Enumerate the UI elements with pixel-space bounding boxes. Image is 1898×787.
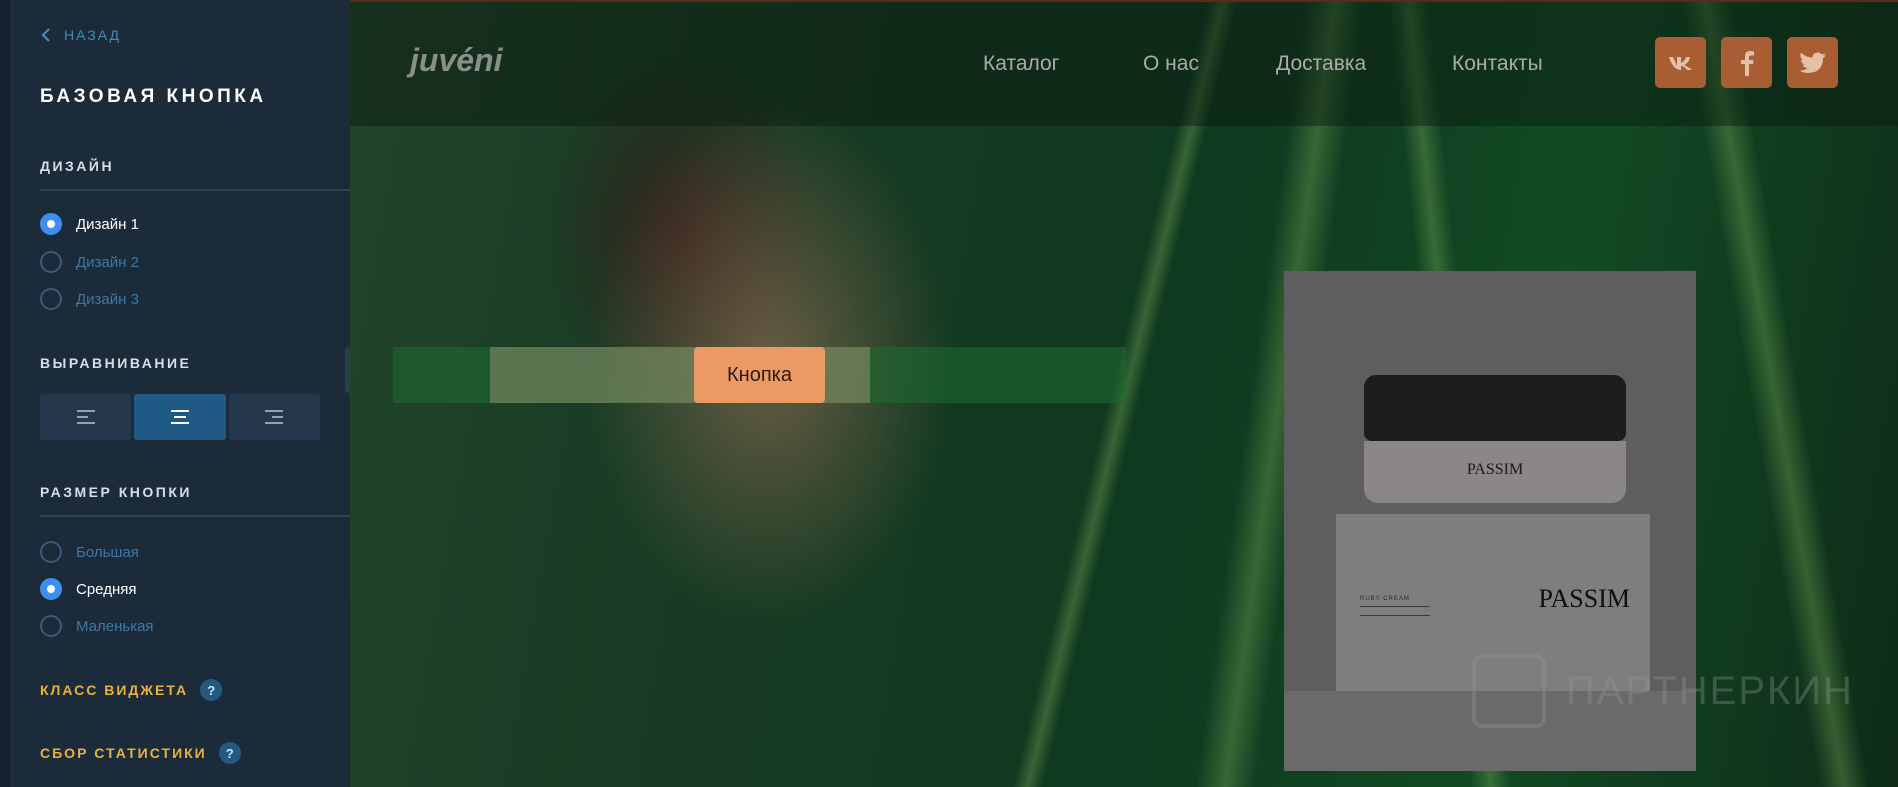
design-option-3[interactable]: Дизайн 3: [40, 288, 139, 310]
box-fine-print: [1360, 606, 1430, 616]
align-right-icon: [265, 410, 284, 424]
radio-button[interactable]: [40, 251, 62, 273]
widget-class-section[interactable]: КЛАСС ВИДЖЕТА ?: [40, 679, 223, 701]
radio-button[interactable]: [40, 615, 62, 637]
size-option-label: Маленькая: [76, 617, 154, 635]
stats-label: СБОР СТАТИСТИКИ: [40, 745, 207, 761]
site-logo[interactable]: juvéni: [410, 42, 502, 79]
watermark-logo-icon: [1472, 654, 1546, 728]
nav-link-delivery[interactable]: Доставка: [1276, 52, 1366, 76]
align-left-button[interactable]: [40, 394, 132, 440]
nav-link-catalog[interactable]: Каталог: [983, 52, 1059, 76]
align-center-icon: [170, 410, 189, 424]
design-option-2[interactable]: Дизайн 2: [40, 251, 139, 273]
radio-button[interactable]: [40, 288, 62, 310]
divider: [40, 189, 350, 191]
help-icon[interactable]: ?: [218, 742, 241, 764]
help-icon[interactable]: ?: [200, 679, 223, 701]
jar-brand-text: PASSIM: [1466, 461, 1524, 478]
box-product-name: RUBY CREAM: [1360, 596, 1410, 602]
align-center-button[interactable]: [134, 394, 226, 440]
radio-button[interactable]: [40, 541, 62, 563]
design-option-label: Дизайн 2: [76, 253, 139, 271]
jar-body: PASSIM: [1364, 441, 1626, 503]
design-option-1[interactable]: Дизайн 1: [40, 213, 139, 235]
design-section-label: ДИЗАЙН: [40, 158, 115, 174]
vk-button[interactable]: [1655, 37, 1706, 88]
alignment-button-group: [40, 394, 320, 440]
size-option-medium[interactable]: Средняя: [40, 578, 136, 600]
align-left-icon: [76, 410, 95, 424]
preview-button[interactable]: Кнопка: [694, 347, 825, 403]
size-option-label: Большая: [76, 543, 139, 561]
button-size-section-label: РАЗМЕР КНОПКИ: [40, 484, 192, 500]
nav-link-about[interactable]: О нас: [1143, 52, 1199, 76]
box-brand-text: PASSIM: [1538, 584, 1630, 613]
widget-class-label: КЛАСС ВИДЖЕТА: [40, 682, 189, 698]
size-option-small[interactable]: Маленькая: [40, 615, 154, 637]
settings-sidebar: НАЗАД БАЗОВАЯ КНОПКА ДИЗАЙН Дизайн 1 Диз…: [0, 0, 360, 787]
align-right-button[interactable]: [228, 394, 320, 440]
site-header: juvéni Каталог О нас Доставка Контакты: [350, 2, 1898, 126]
design-option-label: Дизайн 3: [76, 290, 139, 308]
twitter-icon: [1799, 52, 1826, 73]
nav-link-contacts[interactable]: Контакты: [1452, 52, 1543, 76]
design-option-label: Дизайн 1: [76, 215, 139, 233]
watermark: ПАРТНЕРКИН: [1472, 654, 1854, 728]
size-option-large[interactable]: Большая: [40, 541, 139, 563]
radio-button[interactable]: [40, 578, 62, 600]
back-link[interactable]: НАЗАД: [40, 27, 121, 43]
stats-section[interactable]: СБОР СТАТИСТИКИ ?: [40, 742, 241, 764]
watermark-text: ПАРТНЕРКИН: [1566, 668, 1854, 713]
site-preview: juvéni Каталог О нас Доставка Контакты К…: [350, 0, 1898, 787]
size-option-label: Средняя: [76, 580, 137, 598]
divider: [40, 515, 350, 517]
facebook-button[interactable]: [1721, 37, 1772, 88]
radio-button[interactable]: [40, 213, 62, 235]
twitter-button[interactable]: [1787, 37, 1838, 88]
jar-lid: [1364, 375, 1626, 441]
facebook-icon: [1740, 50, 1754, 76]
chevron-left-icon: [41, 28, 50, 42]
panel-title: БАЗОВАЯ КНОПКА: [40, 86, 267, 107]
vk-icon: [1668, 56, 1692, 70]
back-label: НАЗАД: [64, 27, 122, 43]
alignment-section-label: ВЫРАВНИВАНИЕ: [40, 355, 192, 371]
